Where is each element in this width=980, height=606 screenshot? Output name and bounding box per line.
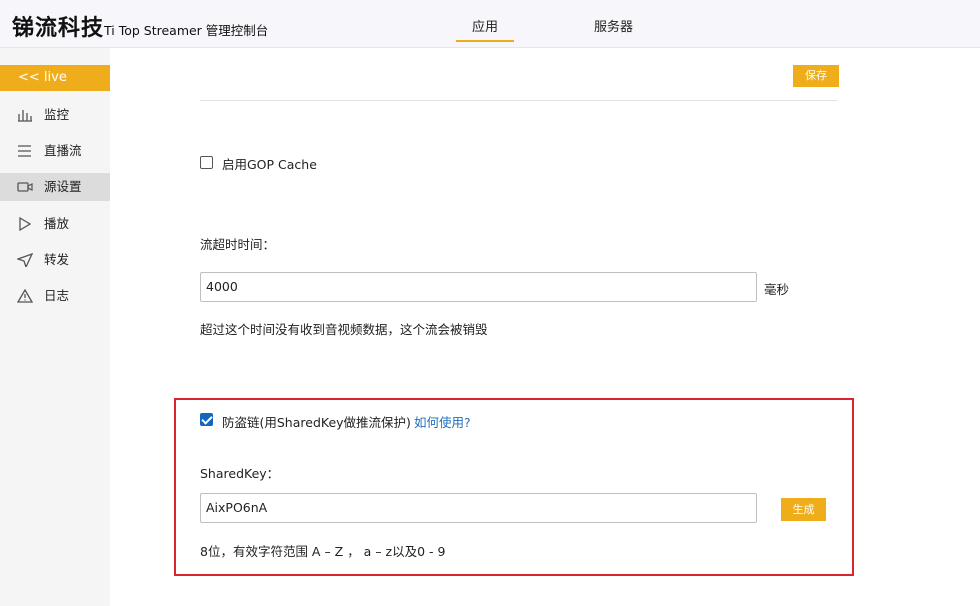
tab-apps[interactable]: 应用 xyxy=(456,16,514,42)
list-icon xyxy=(18,145,31,157)
sidebar-item-logs[interactable]: 日志 xyxy=(0,282,110,310)
timeout-unit: 毫秒 xyxy=(764,282,790,297)
divider xyxy=(200,100,838,101)
sidebar-item-playback[interactable]: 播放 xyxy=(0,210,110,238)
shared-key-hint: 8位，有效字符范围 A – Z ， a – z以及0 - 9 xyxy=(200,544,446,559)
send-icon xyxy=(17,253,33,267)
shared-key-checkbox-label: 防盗链(用SharedKey做推流保护) xyxy=(222,415,411,430)
timeout-input[interactable]: 4000 xyxy=(200,272,757,302)
timeout-hint: 超过这个时间没有收到音视频数据，这个流会被销毁 xyxy=(200,322,488,337)
tab-servers[interactable]: 服务器 xyxy=(594,16,633,35)
sidebar-item-label: 源设置 xyxy=(44,179,82,194)
shared-key-input[interactable]: AixPO6nA xyxy=(200,493,757,523)
play-icon xyxy=(19,217,32,231)
shared-key-checkbox[interactable] xyxy=(200,413,213,426)
sidebar-item-label: 监控 xyxy=(44,107,70,122)
bar-chart-icon xyxy=(18,110,32,122)
shared-key-label: SharedKey： xyxy=(200,466,280,481)
how-to-use-link[interactable]: 如何使用? xyxy=(414,412,471,431)
top-bar: 锑流科技 Ti Top Streamer 管理控制台 应用 服务器 xyxy=(0,0,980,48)
gop-cache-checkbox[interactable] xyxy=(200,156,213,169)
brand-logo-text: 锑流科技 xyxy=(12,16,105,41)
generate-button[interactable]: 生成 xyxy=(781,498,826,521)
gop-cache-label: 启用GOP Cache xyxy=(222,157,317,172)
sidebar-item-forward[interactable]: 转发 xyxy=(0,246,110,274)
warning-icon xyxy=(17,289,33,303)
save-button[interactable]: 保存 xyxy=(793,65,839,87)
video-camera-icon xyxy=(17,182,33,192)
sidebar: << live 监控 直播流 源设置 播放 转发 日志 xyxy=(0,48,110,606)
sidebar-item-label: 直播流 xyxy=(44,143,82,158)
brand-subtitle: Ti Top Streamer 管理控制台 xyxy=(104,23,269,38)
sidebar-item-label: 播放 xyxy=(44,216,70,231)
sidebar-item-source-settings[interactable]: 源设置 xyxy=(0,173,110,201)
timeout-label: 流超时时间： xyxy=(200,237,276,252)
sidebar-back-live[interactable]: << live xyxy=(0,65,110,91)
sidebar-item-monitor[interactable]: 监控 xyxy=(0,101,110,129)
sidebar-item-streams[interactable]: 直播流 xyxy=(0,137,110,165)
sidebar-item-label: 日志 xyxy=(44,288,70,303)
sidebar-item-label: 转发 xyxy=(44,252,70,267)
